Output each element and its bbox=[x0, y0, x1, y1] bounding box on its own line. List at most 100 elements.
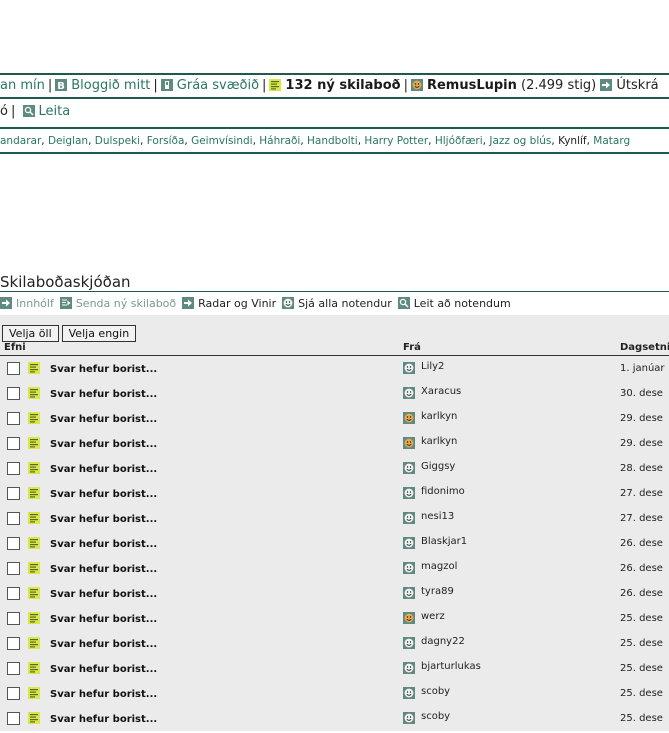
topic-link-harry-potter[interactable]: Harry Potter bbox=[364, 135, 428, 147]
toolbar-link-leit-a-notendum[interactable]: Leit að notendum bbox=[414, 297, 511, 310]
message-subject-link[interactable]: Svar hefur borist... bbox=[50, 639, 157, 650]
nav-item-an-mi-n[interactable]: an mín bbox=[0, 78, 45, 93]
message-subject-link[interactable]: Svar hefur borist... bbox=[50, 564, 157, 575]
message-subject-link[interactable]: Svar hefur borist... bbox=[50, 389, 157, 400]
message-row[interactable]: Svar hefur borist... scoby 25. dese bbox=[0, 683, 669, 708]
topic-link-handbolti[interactable]: Handbolti bbox=[307, 135, 358, 147]
topic-link-andarar[interactable]: andarar bbox=[0, 135, 41, 147]
message-subject-link[interactable]: Svar hefur borist... bbox=[50, 689, 157, 700]
message-row[interactable]: Svar hefur borist... fidonimo 27. dese bbox=[0, 483, 669, 508]
search-link[interactable]: Leita bbox=[39, 104, 71, 119]
message-subject-link[interactable]: Svar hefur borist... bbox=[50, 364, 157, 375]
message-checkbox[interactable] bbox=[7, 587, 20, 600]
message-sender-link[interactable]: tyra89 bbox=[421, 586, 454, 597]
topic-link-matarg[interactable]: Matarg bbox=[593, 135, 630, 147]
topic-link-ha-hra-i[interactable]: Háhraði bbox=[259, 135, 300, 147]
nav-item-u-tskra[interactable]: Útskrá bbox=[616, 78, 658, 93]
message-sender-link[interactable]: magzol bbox=[421, 561, 457, 572]
column-header-from[interactable]: Frá bbox=[403, 342, 421, 353]
message-checkbox[interactable] bbox=[7, 362, 20, 375]
message-checkbox[interactable] bbox=[7, 487, 20, 500]
toolbar-link-radar-og-vinir[interactable]: Radar og Vinir bbox=[198, 297, 276, 310]
topic-link-forsi-a[interactable]: Forsíða bbox=[147, 135, 185, 147]
message-icon bbox=[28, 662, 40, 677]
column-header-date[interactable]: Dagsetni bbox=[620, 342, 669, 353]
message-checkbox[interactable] bbox=[7, 412, 20, 425]
toolbar-link-senda-ny-skilabo[interactable]: Senda ný skilaboð bbox=[76, 297, 176, 310]
nav-item-bloggi-mitt[interactable]: Bloggið mitt bbox=[71, 78, 150, 93]
select-all-button[interactable]: Velja öll bbox=[2, 325, 59, 342]
message-checkbox[interactable] bbox=[7, 387, 20, 400]
message-checkbox[interactable] bbox=[7, 712, 20, 725]
message-icon bbox=[269, 79, 282, 91]
message-checkbox[interactable] bbox=[7, 537, 20, 550]
message-icon bbox=[28, 612, 40, 627]
message-sender-link[interactable]: Lily2 bbox=[421, 361, 444, 372]
nav-item-132-ny-skilabo[interactable]: 132 ný skilaboð bbox=[285, 78, 400, 93]
message-date: 26. dese bbox=[620, 563, 663, 574]
topic-link-deiglan[interactable]: Deiglan bbox=[48, 135, 88, 147]
toolbar-link-innho-lf[interactable]: Innhólf bbox=[16, 297, 54, 310]
message-subject-link[interactable]: Svar hefur borist... bbox=[50, 539, 157, 550]
message-sender-link[interactable]: dagny22 bbox=[421, 636, 465, 647]
topic-link-dulspeki[interactable]: Dulspeki bbox=[95, 135, 140, 147]
message-sender-link[interactable]: werz bbox=[421, 611, 445, 622]
message-checkbox[interactable] bbox=[7, 612, 20, 625]
message-sender-link[interactable]: Giggsy bbox=[421, 461, 455, 472]
message-sender-link[interactable]: scoby bbox=[421, 686, 450, 697]
message-checkbox[interactable] bbox=[7, 687, 20, 700]
message-icon bbox=[28, 712, 40, 727]
message-row[interactable]: Svar hefur borist... tyra89 26. dese bbox=[0, 583, 669, 608]
message-subject-link[interactable]: Svar hefur borist... bbox=[50, 514, 157, 525]
topic-link-jazz-og-blu-s[interactable]: Jazz og blús bbox=[489, 135, 551, 147]
message-subject-link[interactable]: Svar hefur borist... bbox=[50, 464, 157, 475]
message-date: 26. dese bbox=[620, 588, 663, 599]
message-subject-link[interactable]: Svar hefur borist... bbox=[50, 414, 157, 425]
message-sender-link[interactable]: nesi13 bbox=[421, 511, 454, 522]
message-sender-link[interactable]: scoby bbox=[421, 711, 450, 722]
nav-item-remuslupin[interactable]: RemusLupin bbox=[427, 78, 517, 93]
message-row[interactable]: Svar hefur borist... nesi13 27. dese bbox=[0, 508, 669, 533]
message-subject-link[interactable]: Svar hefur borist... bbox=[50, 439, 157, 450]
topic-link-geimvi-sindi[interactable]: Geimvísindi bbox=[191, 135, 253, 147]
message-row[interactable]: Svar hefur borist... karlkyn 29. dese bbox=[0, 433, 669, 458]
message-row[interactable]: Svar hefur borist... karlkyn 29. dese bbox=[0, 408, 669, 433]
message-subject-link[interactable]: Svar hefur borist... bbox=[50, 489, 157, 500]
topic-link-hljo-f-ri[interactable]: Hljóðfæri bbox=[435, 135, 483, 147]
message-row[interactable]: Svar hefur borist... magzol 26. dese bbox=[0, 558, 669, 583]
message-checkbox[interactable] bbox=[7, 462, 20, 475]
message-row[interactable]: Svar hefur borist... Xaracus 30. dese bbox=[0, 383, 669, 408]
message-sender-link[interactable]: karlkyn bbox=[421, 411, 457, 422]
message-date: 25. dese bbox=[620, 638, 663, 649]
message-row[interactable]: Svar hefur borist... Lily2 1. janúar bbox=[0, 358, 669, 383]
message-sender-link[interactable]: karlkyn bbox=[421, 436, 457, 447]
message-subject-link[interactable]: Svar hefur borist... bbox=[50, 714, 157, 725]
message-row[interactable]: Svar hefur borist... scoby 25. dese bbox=[0, 708, 669, 733]
nav-item-gra-a-sv-i[interactable]: Gráa svæðið bbox=[177, 78, 259, 93]
message-checkbox[interactable] bbox=[7, 637, 20, 650]
message-checkbox[interactable] bbox=[7, 562, 20, 575]
column-header-subject[interactable]: Efni bbox=[4, 342, 26, 353]
message-subject-link[interactable]: Svar hefur borist... bbox=[50, 589, 157, 600]
toolbar-link-sja-alla-notendur[interactable]: Sjá alla notendur bbox=[298, 297, 392, 310]
message-row[interactable]: Svar hefur borist... werz 25. dese bbox=[0, 608, 669, 633]
header-rule bbox=[0, 355, 669, 356]
message-date: 25. dese bbox=[620, 613, 663, 624]
message-checkbox[interactable] bbox=[7, 437, 20, 450]
message-row[interactable]: Svar hefur borist... Giggsy 28. dese bbox=[0, 458, 669, 483]
message-row[interactable]: Svar hefur borist... dagny22 25. dese bbox=[0, 633, 669, 658]
select-none-button[interactable]: Velja engin bbox=[61, 325, 137, 342]
message-row[interactable]: Svar hefur borist... bjarturlukas 25. dese bbox=[0, 658, 669, 683]
topic-link-kynli-f[interactable]: Kynlíf bbox=[558, 135, 587, 147]
message-row[interactable]: Svar hefur borist... Blaskjar1 26. dese bbox=[0, 533, 669, 558]
message-checkbox[interactable] bbox=[7, 512, 20, 525]
message-sender-link[interactable]: bjarturlukas bbox=[421, 661, 481, 672]
message-sender-link[interactable]: Blaskjar1 bbox=[421, 536, 467, 547]
message-sender-link[interactable]: fidonimo bbox=[421, 486, 465, 497]
users-icon bbox=[282, 297, 295, 309]
message-checkbox[interactable] bbox=[7, 662, 20, 675]
message-subject-link[interactable]: Svar hefur borist... bbox=[50, 664, 157, 675]
nav-separator: | bbox=[153, 78, 158, 93]
message-subject-link[interactable]: Svar hefur borist... bbox=[50, 614, 157, 625]
message-sender-link[interactable]: Xaracus bbox=[421, 386, 461, 397]
